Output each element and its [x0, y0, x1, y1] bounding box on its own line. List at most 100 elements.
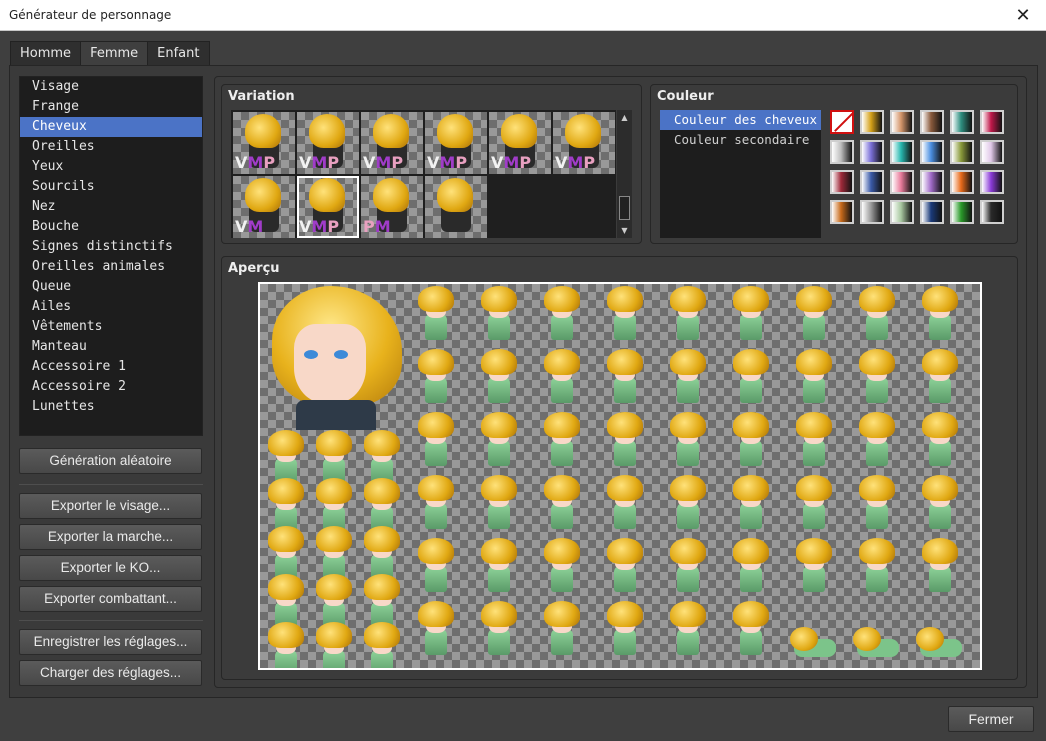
variation-cell[interactable]: VMP [489, 112, 551, 174]
part-item[interactable]: Visage [20, 77, 202, 97]
variation-mark-letter: M [375, 153, 392, 172]
part-item[interactable]: Cheveux [20, 117, 202, 137]
color-none-swatch[interactable] [830, 110, 854, 134]
close-button[interactable]: Fermer [948, 706, 1034, 732]
random-generation-button[interactable]: Génération aléatoire [19, 448, 202, 474]
part-item[interactable]: Bouche [20, 217, 202, 237]
part-item[interactable]: Sourcils [20, 177, 202, 197]
sprite-hair [790, 627, 818, 651]
color-swatch[interactable] [860, 110, 884, 134]
save-settings-button[interactable]: Enregistrer les réglages... [19, 629, 202, 655]
color-swatch[interactable] [950, 110, 974, 134]
color-swatch[interactable] [890, 200, 914, 224]
color-swatch[interactable] [980, 110, 1004, 134]
variation-cell[interactable]: PM [361, 176, 423, 238]
variation-cell[interactable]: VM [233, 176, 295, 238]
sprite-hair [916, 627, 944, 651]
color-swatch[interactable] [920, 170, 944, 194]
color-swatch[interactable] [950, 170, 974, 194]
color-swatch[interactable] [860, 140, 884, 164]
color-swatch[interactable] [860, 170, 884, 194]
preview-sprite [601, 601, 649, 659]
close-icon[interactable]: ✕ [1000, 0, 1046, 31]
variation-scrollbar[interactable]: ▲ ▼ [617, 110, 632, 238]
preview-sprite [475, 349, 523, 407]
color-swatch[interactable] [860, 200, 884, 224]
variation-mark-letter: P [455, 153, 468, 172]
preview-sprite [412, 412, 460, 470]
parts-list[interactable]: Visage Frange Cheveux Oreilles Yeux Sourcils N… [19, 76, 203, 436]
scroll-thumb[interactable] [619, 196, 630, 220]
scroll-up-icon[interactable]: ▲ [617, 110, 632, 125]
color-swatch[interactable] [830, 140, 854, 164]
part-item[interactable]: Accessoire 1 [20, 357, 202, 377]
color-swatch[interactable] [980, 200, 1004, 224]
tab-enfant[interactable]: Enfant [147, 41, 210, 66]
export-walk-button[interactable]: Exporter la marche... [19, 524, 202, 550]
variation-mark-letter: V [235, 153, 248, 172]
part-item[interactable]: Accessoire 2 [20, 377, 202, 397]
variation-mark-letter: M [567, 153, 584, 172]
color-target-item[interactable]: Couleur des cheveux [660, 110, 821, 130]
part-item[interactable]: Queue [20, 277, 202, 297]
color-swatch[interactable] [890, 170, 914, 194]
export-face-button[interactable]: Exporter le visage... [19, 493, 202, 519]
color-swatch[interactable] [890, 110, 914, 134]
part-item[interactable]: Frange [20, 97, 202, 117]
tab-homme[interactable]: Homme [10, 41, 82, 66]
sprite-hair [859, 538, 895, 564]
sprite-hair [607, 286, 643, 312]
color-swatch[interactable] [950, 200, 974, 224]
variation-cell[interactable]: VMP [233, 112, 295, 174]
part-item[interactable]: Vêtements [20, 317, 202, 337]
color-swatch[interactable] [980, 140, 1004, 164]
part-item[interactable]: Ailes [20, 297, 202, 317]
sprite-hair [859, 286, 895, 312]
color-swatch[interactable] [890, 140, 914, 164]
variation-cell[interactable]: VMP [297, 176, 359, 238]
color-swatch[interactable] [980, 170, 1004, 194]
color-swatch[interactable] [830, 200, 854, 224]
variation-mark-letter: V [555, 153, 568, 172]
preview-sprite [853, 538, 901, 596]
sprite-hair [922, 349, 958, 375]
preview-canvas [258, 282, 982, 670]
part-item[interactable]: Oreilles animales [20, 257, 202, 277]
part-item[interactable]: Signes distinctifs [20, 237, 202, 257]
color-swatch[interactable] [950, 140, 974, 164]
sprite-hair [733, 349, 769, 375]
variation-mark-letter: V [235, 217, 248, 236]
sprite-hair [607, 349, 643, 375]
part-item[interactable]: Oreilles [20, 137, 202, 157]
export-battler-button[interactable]: Exporter combattant... [19, 586, 202, 612]
sprite-hair [418, 286, 454, 312]
variation-cell[interactable]: VMP [297, 112, 359, 174]
sprite-hair [670, 475, 706, 501]
hair-sprite [309, 114, 345, 148]
variation-cell[interactable]: VMP [553, 112, 615, 174]
part-item[interactable]: Nez [20, 197, 202, 217]
part-item[interactable]: Manteau [20, 337, 202, 357]
preview-sprite [727, 286, 775, 344]
color-swatch[interactable] [920, 140, 944, 164]
variation-grid[interactable]: VMP VMP VMP VMP VMP VMP VM VMP PM [231, 110, 616, 238]
variation-cell[interactable] [425, 176, 487, 238]
part-item[interactable]: Lunettes [20, 397, 202, 417]
color-swatch[interactable] [830, 170, 854, 194]
variation-mark-letter: V [491, 153, 504, 172]
color-swatch[interactable] [920, 200, 944, 224]
color-swatch[interactable] [920, 110, 944, 134]
load-settings-button[interactable]: Charger des réglages... [19, 660, 202, 686]
color-target-item[interactable]: Couleur secondaire [660, 130, 821, 150]
variation-cell[interactable]: VMP [425, 112, 487, 174]
variation-cell[interactable]: VMP [361, 112, 423, 174]
gender-tabs: Homme Femme Enfant [10, 41, 210, 66]
variation-marks: VMP [491, 153, 531, 172]
color-target-list[interactable]: Couleur des cheveux Couleur secondaire [660, 110, 821, 238]
part-item[interactable]: Yeux [20, 157, 202, 177]
sprite-hair [670, 412, 706, 438]
export-ko-button[interactable]: Exporter le KO... [19, 555, 202, 581]
scroll-down-icon[interactable]: ▼ [617, 223, 632, 238]
tab-femme[interactable]: Femme [80, 41, 149, 66]
preview-sprite [790, 349, 838, 407]
